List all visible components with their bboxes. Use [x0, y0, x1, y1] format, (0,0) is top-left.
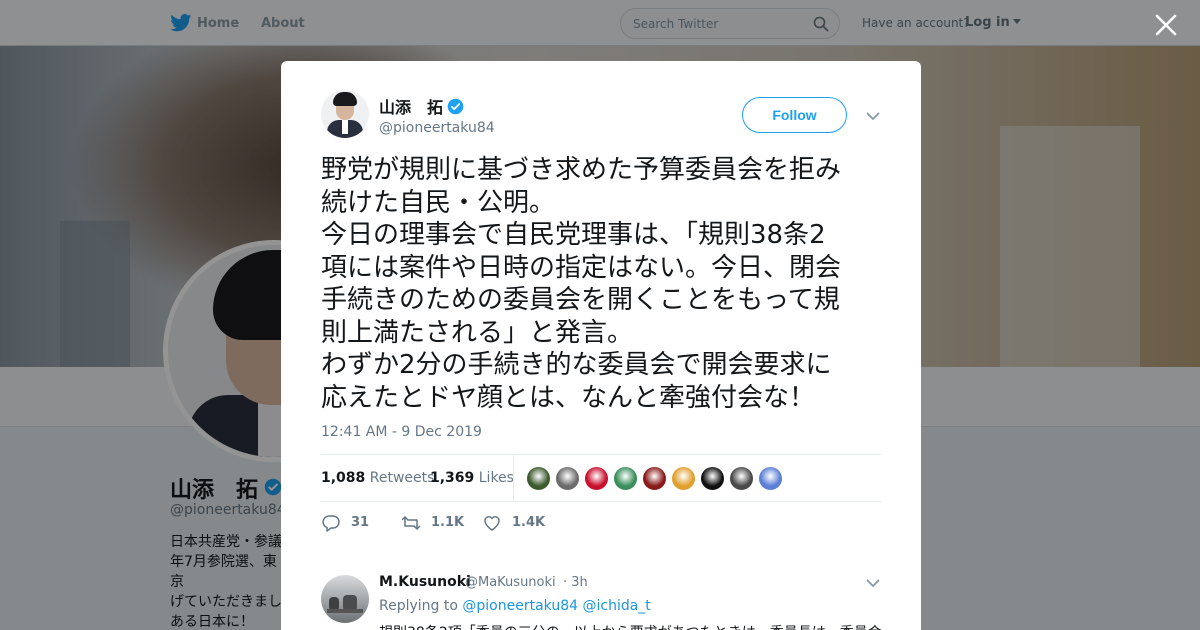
chevron-down-icon[interactable]	[866, 111, 880, 121]
liker-avatar[interactable]	[700, 466, 725, 491]
liker-avatar[interactable]	[642, 466, 667, 491]
tweet-author-avatar[interactable]	[321, 90, 369, 138]
follow-button[interactable]: Follow	[742, 97, 847, 133]
verified-badge-icon	[447, 98, 464, 115]
liker-avatar[interactable]	[555, 466, 580, 491]
liker-avatar[interactable]	[758, 466, 783, 491]
reply-count: 31	[351, 515, 370, 530]
chevron-down-icon[interactable]	[866, 578, 880, 588]
reply-icon	[322, 515, 340, 532]
like-count: 1.4K	[512, 515, 546, 530]
retweets-count: 1,088	[321, 470, 366, 486]
reply-author-avatar[interactable]	[321, 575, 369, 623]
liker-avatar[interactable]	[526, 466, 551, 491]
tweet-modal: 山添 拓 @pioneertaku84 Follow 野党が規則に基づき求めた予…	[281, 61, 921, 630]
reply-button[interactable]: 31	[321, 513, 381, 533]
liker-avatar[interactable]	[729, 466, 754, 491]
reply-tweet[interactable]: M.Kusunoki @MaKusunoki · 3h Replying to …	[281, 561, 921, 630]
mention-link[interactable]: @pioneertaku84	[462, 598, 578, 614]
liker-avatar[interactable]	[671, 466, 696, 491]
replying-to: Replying to @pioneertaku84 @ichida_t	[379, 598, 651, 614]
like-button[interactable]: 1.4K	[482, 513, 552, 533]
retweet-button[interactable]: 1.1K	[401, 513, 471, 533]
tweet-actions: 31 1.1K 1.4K	[321, 513, 621, 533]
tweet-stats: 1,088 Retweets 1,369 Likes	[321, 454, 881, 502]
tweet-author-name-text: 山添 拓	[379, 98, 444, 117]
tweet-author-name[interactable]: 山添 拓	[379, 94, 464, 118]
heart-icon	[484, 516, 500, 531]
tweet-timestamp[interactable]: 12:41 AM - 9 Dec 2019	[321, 424, 482, 440]
likes-stat[interactable]: 1,369 Likes	[430, 470, 514, 486]
mention-link[interactable]: @ichida_t	[582, 598, 650, 614]
reply-author-handle[interactable]: @MaKusunoki	[465, 575, 556, 590]
retweet-icon	[401, 516, 421, 530]
reply-time[interactable]: · 3h	[563, 575, 588, 590]
likes-count: 1,369	[430, 470, 475, 486]
tweet-author-handle[interactable]: @pioneertaku84	[379, 120, 495, 136]
reply-author-name[interactable]: M.Kusunoki	[379, 574, 471, 590]
liker-avatar[interactable]	[584, 466, 609, 491]
retweets-label: Retweets	[369, 470, 435, 486]
retweets-stat[interactable]: 1,088 Retweets	[321, 470, 434, 486]
stats-divider	[513, 455, 514, 502]
liker-avatar[interactable]	[613, 466, 638, 491]
tweet-text: 野党が規則に基づき求めた予算委員会を拒み 続けた自民・公明。 今日の理事会で自民…	[321, 155, 842, 413]
likes-label: Likes	[478, 470, 514, 486]
retweet-count: 1.1K	[431, 515, 465, 530]
reply-text: 規則38条2項「委員の三分の一以上から要求があつたときは、委員長は、委員会	[379, 622, 882, 630]
replying-to-label: Replying to	[379, 598, 458, 614]
close-icon[interactable]	[1153, 12, 1179, 38]
